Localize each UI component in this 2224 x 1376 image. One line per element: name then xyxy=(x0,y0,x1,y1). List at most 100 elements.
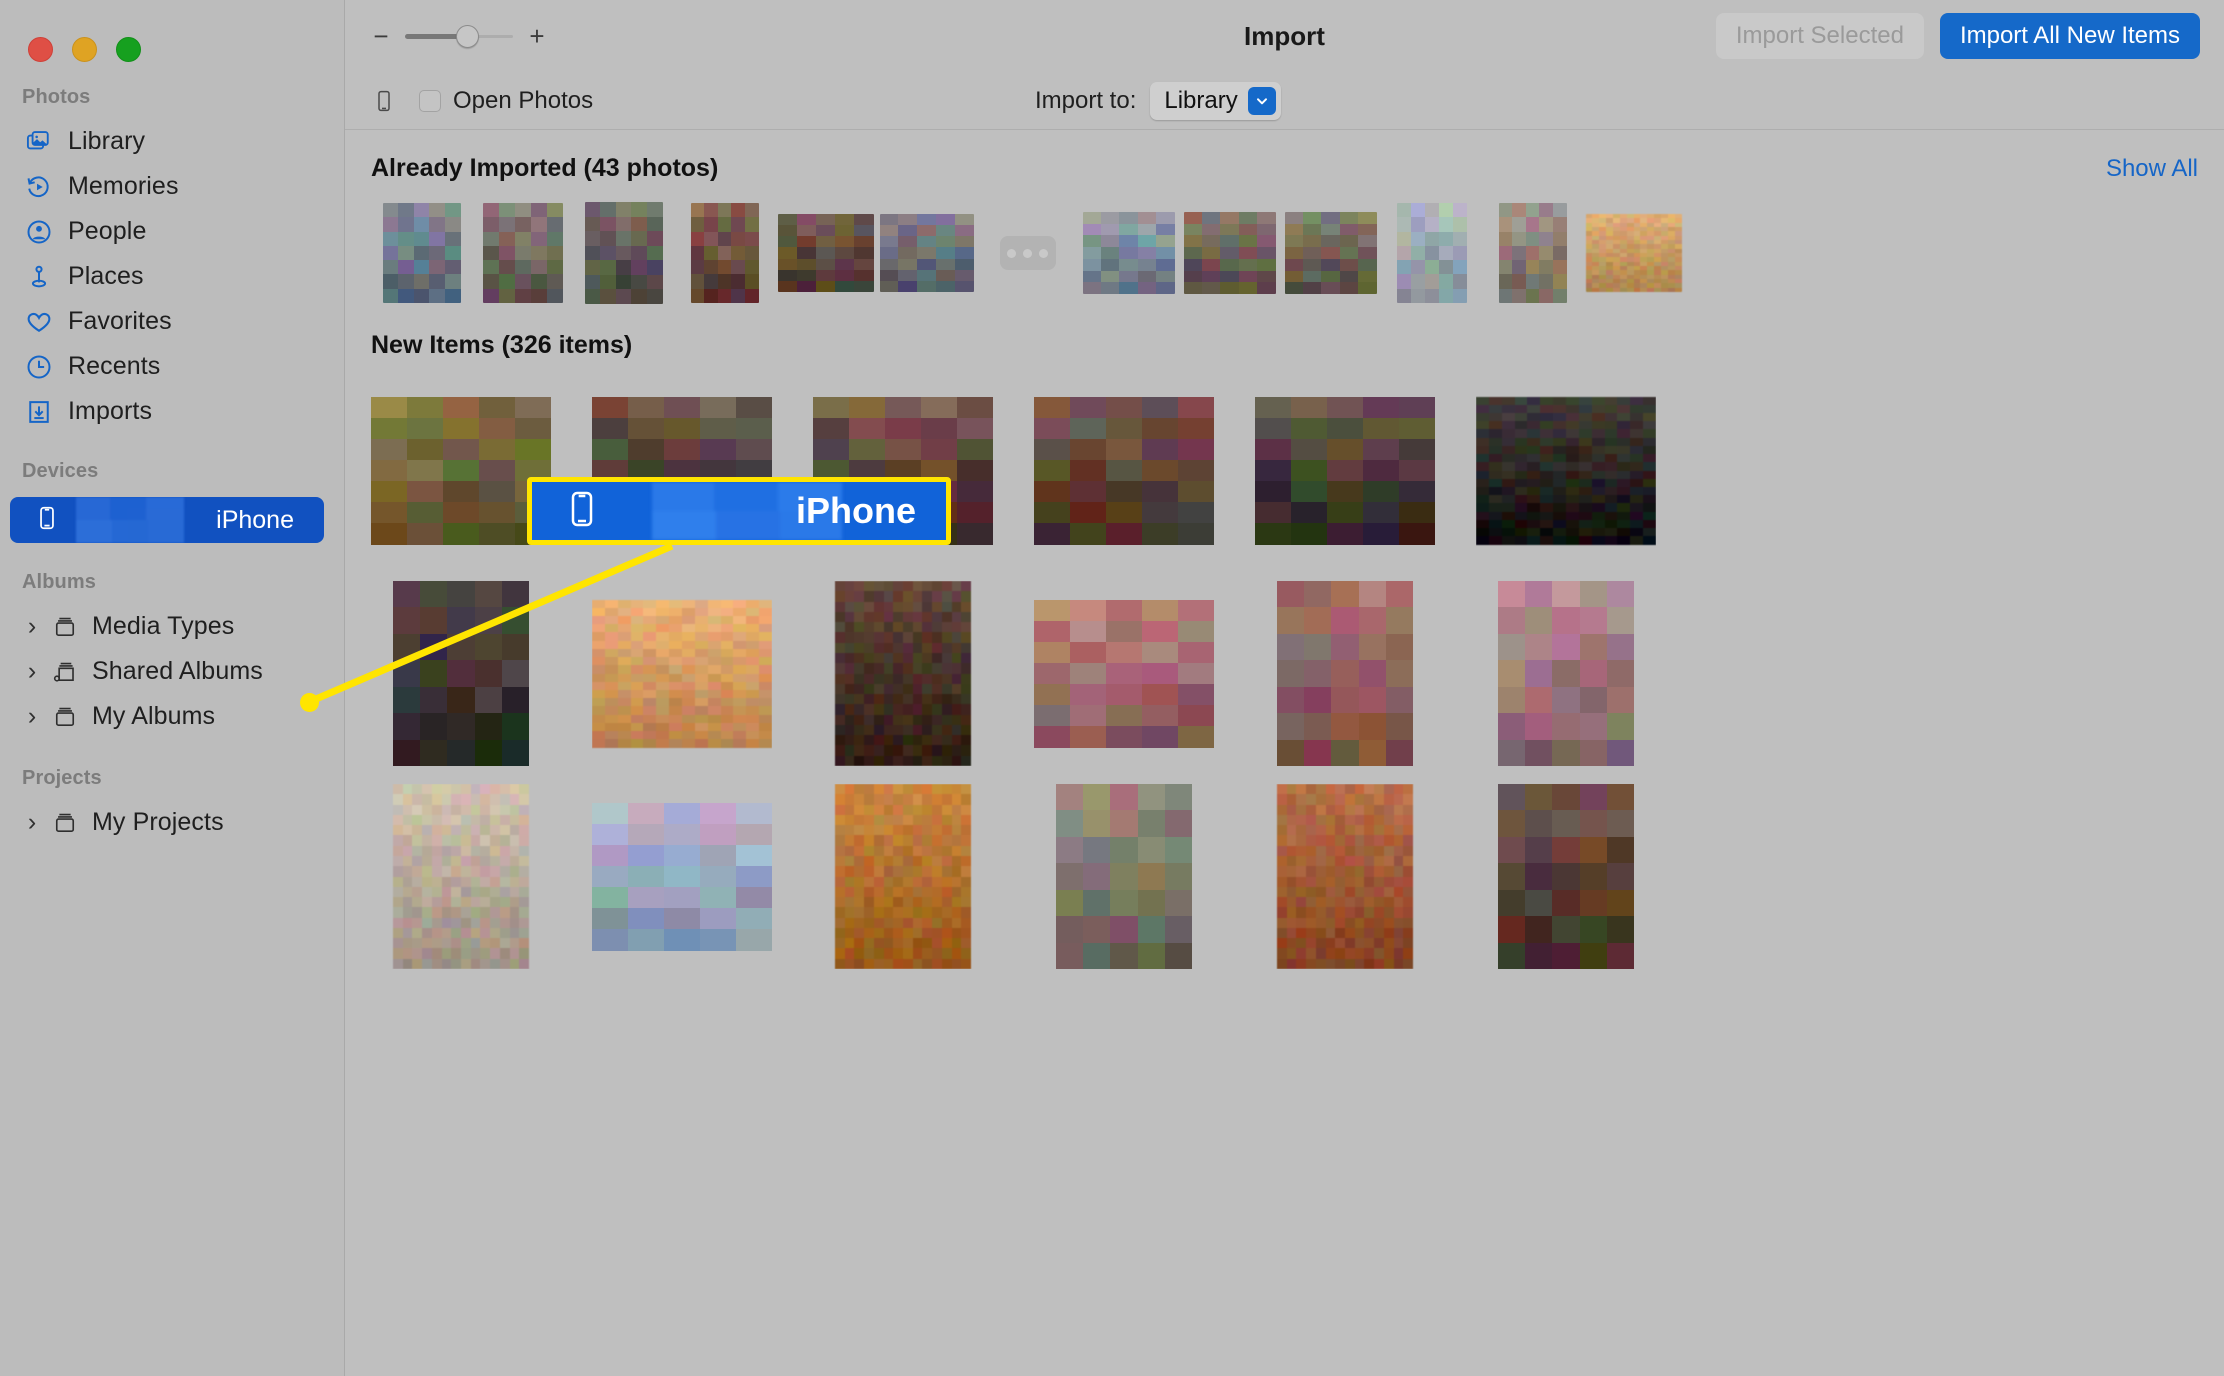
photo-tile[interactable] xyxy=(371,581,551,766)
zoom-in-icon[interactable]: + xyxy=(527,23,547,49)
new-items-title: New Items (326 items) xyxy=(371,331,633,359)
zoom-button[interactable] xyxy=(116,37,141,62)
import-selected-button[interactable]: Import Selected xyxy=(1715,13,1924,59)
places-icon xyxy=(24,262,54,292)
chevron-right-icon[interactable]: › xyxy=(22,808,42,836)
import-all-new-items-button[interactable]: Import All New Items xyxy=(1939,13,2200,59)
photo-thumbnail[interactable] xyxy=(592,599,772,748)
photo-thumbnail[interactable] xyxy=(835,581,971,766)
photo-tile[interactable] xyxy=(813,784,993,969)
photo-thumbnail[interactable] xyxy=(1476,396,1656,545)
zoom-out-icon[interactable]: − xyxy=(371,23,391,49)
sidebar-item-library[interactable]: Library xyxy=(0,119,344,164)
photo-tile[interactable] xyxy=(813,581,993,766)
redacted-photo-thumbnail[interactable] xyxy=(1034,599,1214,748)
sidebar-item-media-types[interactable]: › Media Types xyxy=(0,604,344,649)
sidebar-section-albums-title: Albums xyxy=(22,571,96,593)
sidebar-item-recents[interactable]: Recents xyxy=(0,344,344,389)
strip-thumbnail-cell[interactable] xyxy=(876,199,977,307)
redacted-photo-thumbnail[interactable] xyxy=(879,214,974,292)
sidebar-item-people[interactable]: People xyxy=(0,209,344,254)
sidebar-item-places[interactable]: Places xyxy=(0,254,344,299)
import-to-dropdown[interactable]: Library xyxy=(1150,81,1281,120)
callout-label: iPhone xyxy=(795,490,916,531)
new-items-grid xyxy=(371,378,2198,969)
sidebar-item-label: Media Types xyxy=(92,612,235,640)
close-button[interactable] xyxy=(28,37,53,62)
chevron-down-icon[interactable] xyxy=(1247,86,1276,115)
sidebar-item-imports[interactable]: Imports xyxy=(0,389,344,434)
photo-tile[interactable] xyxy=(1034,784,1214,969)
strip-thumbnail-cell[interactable] xyxy=(371,199,472,307)
slider-knob[interactable] xyxy=(456,24,479,48)
show-all-link[interactable]: Show All xyxy=(2106,155,2198,183)
sidebar-item-iphone[interactable]: iPhone xyxy=(10,497,324,543)
photo-tile[interactable] xyxy=(1034,581,1214,766)
open-photos-checkbox-group[interactable]: Open Photos xyxy=(419,87,593,115)
redacted-photo-thumbnail[interactable] xyxy=(482,203,563,303)
redacted-photo-thumbnail[interactable] xyxy=(592,802,772,951)
redacted-photo-thumbnail[interactable] xyxy=(393,581,529,766)
redacted-photo-thumbnail[interactable] xyxy=(1056,784,1192,969)
redacted-photo-thumbnail[interactable] xyxy=(382,203,461,303)
sidebar-item-label: My Albums xyxy=(92,702,216,730)
redacted-photo-thumbnail[interactable] xyxy=(690,203,759,303)
photo-tile[interactable] xyxy=(592,581,772,766)
photo-tile[interactable] xyxy=(1476,378,1656,563)
sidebar-item-favorites[interactable]: Favorites xyxy=(0,299,344,344)
chevron-right-icon[interactable]: › xyxy=(22,702,42,730)
photo-tile[interactable] xyxy=(1255,378,1435,563)
photo-tile[interactable] xyxy=(592,784,772,969)
redacted-photo-thumbnail[interactable] xyxy=(1498,784,1634,969)
redacted-photo-thumbnail[interactable] xyxy=(1255,396,1435,545)
strip-thumbnail-cell[interactable] xyxy=(1583,199,1684,307)
photo-tile[interactable] xyxy=(371,378,551,563)
strip-thumbnail-cell[interactable] xyxy=(1280,199,1381,307)
strip-thumbnail-cell[interactable] xyxy=(1179,199,1280,307)
sidebar-item-label: Imports xyxy=(68,397,153,425)
redacted-photo-thumbnail[interactable] xyxy=(1396,203,1467,303)
strip-thumbnail-cell[interactable] xyxy=(1078,199,1179,307)
sidebar-item-memories[interactable]: Memories xyxy=(0,164,344,209)
main-panel: − + Import Import Selected Import All Ne… xyxy=(345,0,2224,1376)
photo-tile[interactable] xyxy=(1255,784,1435,969)
strip-thumbnail-cell[interactable] xyxy=(1482,199,1583,307)
strip-thumbnail-cell[interactable] xyxy=(1381,199,1482,307)
zoom-slider-control[interactable]: − + xyxy=(371,23,547,49)
strip-thumbnail-cell[interactable] xyxy=(472,199,573,307)
strip-thumbnail-cell[interactable] xyxy=(775,199,876,307)
photo-thumbnail[interactable] xyxy=(835,784,971,969)
redacted-photo-thumbnail[interactable] xyxy=(1498,581,1634,766)
minimize-button[interactable] xyxy=(72,37,97,62)
open-photos-checkbox[interactable] xyxy=(419,89,441,112)
redacted-photo-thumbnail[interactable] xyxy=(1277,581,1413,766)
chevron-right-icon[interactable]: › xyxy=(22,612,42,640)
photo-thumbnail[interactable] xyxy=(1277,784,1413,969)
redacted-photo-thumbnail[interactable] xyxy=(1034,396,1214,545)
photo-thumbnail[interactable] xyxy=(1585,214,1682,292)
redacted-photo-thumbnail[interactable] xyxy=(371,396,551,545)
photo-tile[interactable] xyxy=(1034,378,1214,563)
redacted-photo-thumbnail[interactable] xyxy=(584,202,663,304)
open-photos-label: Open Photos xyxy=(453,86,594,114)
photos-import-window: Photos Library Memories People Places Fa… xyxy=(0,0,2224,1376)
photo-tile[interactable] xyxy=(371,784,551,969)
photo-thumbnail[interactable] xyxy=(393,784,529,969)
photo-tile[interactable] xyxy=(1476,784,1656,969)
redacted-photo-thumbnail[interactable] xyxy=(777,214,874,292)
zoom-slider[interactable] xyxy=(405,24,513,48)
strip-thumbnail-cell[interactable] xyxy=(573,199,674,307)
photo-tile[interactable] xyxy=(1255,581,1435,766)
redacted-photo-thumbnail[interactable] xyxy=(1498,203,1567,303)
sidebar-item-my-albums[interactable]: › My Albums xyxy=(0,694,344,739)
sidebar-item-shared-albums[interactable]: › Shared Albums xyxy=(0,649,344,694)
window-controls xyxy=(0,0,344,72)
strip-thumbnail-cell[interactable] xyxy=(674,199,775,307)
photo-tile[interactable] xyxy=(1476,581,1656,766)
more-photos-indicator[interactable] xyxy=(999,236,1056,270)
sidebar-item-my-projects[interactable]: › My Projects xyxy=(0,800,344,845)
redacted-photo-thumbnail[interactable] xyxy=(1183,212,1276,294)
redacted-photo-thumbnail[interactable] xyxy=(1082,212,1175,294)
redacted-photo-thumbnail[interactable] xyxy=(1284,212,1377,294)
chevron-right-icon[interactable]: › xyxy=(22,657,42,685)
